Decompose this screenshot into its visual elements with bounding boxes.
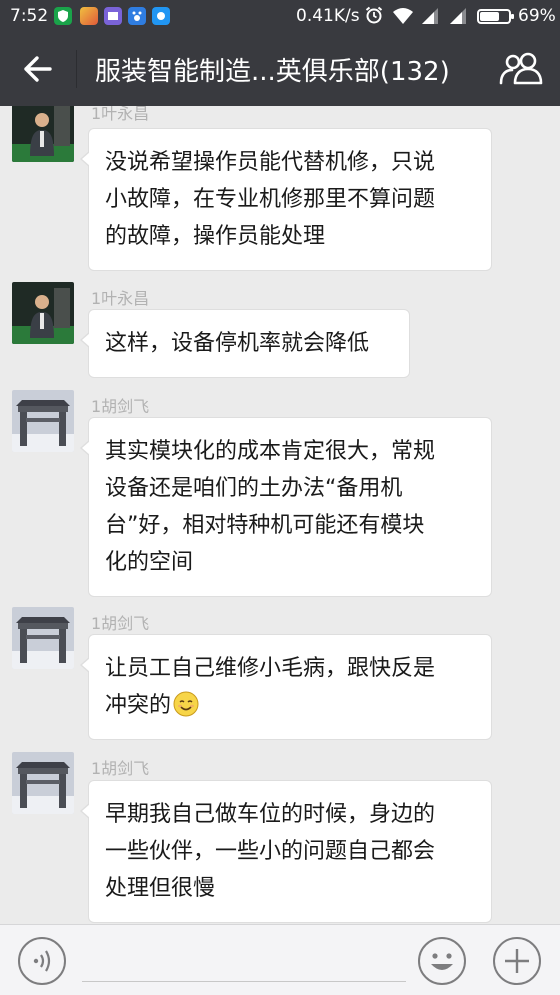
message-line: 其实模块化的成本肯定很大，常规: [105, 439, 436, 464]
message-line: 没说希望操作员能代替机修，只说: [105, 150, 436, 175]
signal-icon: [450, 8, 466, 24]
message-bubble[interactable]: 这样，设备停机率就会降低: [80, 309, 410, 378]
emoji-icon[interactable]: [417, 936, 467, 986]
signal-icon: [422, 8, 438, 24]
sender-name: 1胡剑飞: [91, 397, 150, 416]
message-line: 这样，设备停机率就会降低: [105, 331, 370, 356]
sender-name: 1胡剑飞: [91, 614, 150, 633]
alarm-icon: [365, 6, 383, 24]
avatar-hu[interactable]: [12, 752, 74, 814]
message-input[interactable]: [82, 981, 406, 982]
message-line: 台”好，相对特种机可能还有模块: [105, 513, 425, 538]
battery-level: [480, 12, 500, 21]
input-bar: [0, 924, 560, 995]
chat-title[interactable]: 服装智能制造...英俱乐部(132): [95, 51, 450, 88]
chat-app-icon: [152, 7, 170, 25]
message-text: 冲突的: [105, 693, 172, 718]
sender-name: 1胡剑飞: [91, 759, 150, 778]
message-line: 早期我自己做车位的时候，身边的: [105, 802, 436, 827]
message-line: 设备还是咱们的土办法“备用机: [105, 476, 403, 501]
message-line: 让员工自己维修小毛病，跟快反是: [105, 656, 436, 681]
smile-emoji-icon: [173, 691, 199, 717]
sender-name: 1叶永昌: [91, 289, 150, 308]
sender-name: 1叶永昌: [91, 106, 150, 123]
group-members-icon[interactable]: [498, 50, 544, 86]
message-list[interactable]: 1叶永昌 没说希望操作员能代替机修，只说 小故障，在专业机修那里不算问题 的故障…: [0, 106, 560, 924]
game-app-icon: [80, 7, 98, 25]
message-line: 小故障，在专业机修那里不算问题: [105, 187, 436, 212]
battery-percent: 69%: [518, 6, 556, 26]
chat-header: 服装智能制造...英俱乐部(132): [0, 32, 560, 106]
mail-app-icon: [104, 7, 122, 25]
avatar-hu[interactable]: [12, 607, 74, 669]
avatar-ye[interactable]: [12, 106, 74, 162]
message-line: 冲突的: [105, 687, 475, 724]
message-line: 化的空间: [105, 550, 194, 575]
voice-icon[interactable]: [17, 936, 67, 986]
header-divider: [76, 50, 77, 88]
wifi-icon: [393, 8, 413, 24]
battery-icon: [477, 9, 514, 24]
baidu-app-icon: [128, 7, 146, 25]
message-bubble[interactable]: 早期我自己做车位的时候，身边的 一些伙伴，一些小的问题自己都会 处理但很慢: [80, 780, 492, 923]
message-line: 的故障，操作员能处理: [105, 224, 326, 249]
message-bubble[interactable]: 其实模块化的成本肯定很大，常规 设备还是咱们的土办法“备用机 台”好，相对特种机…: [80, 417, 492, 597]
message-line: 处理但很慢: [105, 876, 216, 901]
network-speed: 0.41K/s: [296, 6, 360, 26]
avatar-hu[interactable]: [12, 390, 74, 452]
message-bubble[interactable]: 让员工自己维修小毛病，跟快反是 冲突的: [80, 634, 492, 740]
arrow-left-icon[interactable]: [18, 50, 58, 88]
avatar-ye[interactable]: [12, 282, 74, 344]
shield-app-icon: [54, 7, 72, 25]
message-line: 一些伙伴，一些小的问题自己都会: [105, 839, 436, 864]
status-time: 7:52: [10, 6, 49, 26]
message-bubble[interactable]: 没说希望操作员能代替机修，只说 小故障，在专业机修那里不算问题 的故障，操作员能…: [80, 128, 492, 271]
status-bar: 7:52 0.41K/s 69%: [0, 0, 560, 32]
plus-icon[interactable]: [492, 936, 542, 986]
